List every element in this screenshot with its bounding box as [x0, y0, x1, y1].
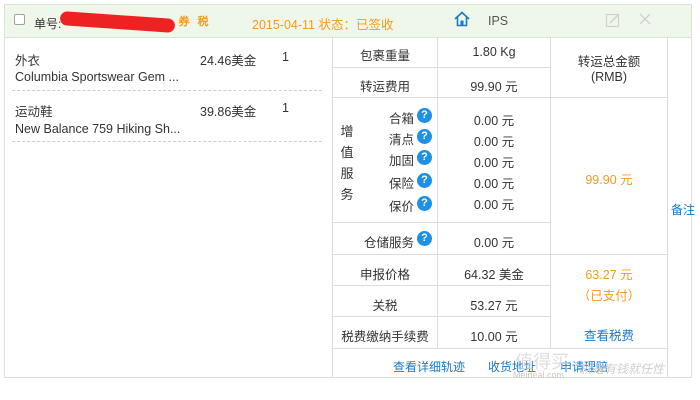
table-row-line — [332, 348, 667, 349]
item-divider — [12, 90, 322, 91]
table-row-line — [332, 67, 550, 68]
help-icon[interactable]: ? — [417, 196, 432, 211]
tax-total-value: 63.27 元 — [585, 268, 633, 282]
table-row-line — [332, 222, 550, 223]
duty-label: 关税 — [372, 299, 398, 313]
service-value-merge: 0.00 元 — [473, 114, 515, 128]
service-value-valuation: 0.00 元 — [473, 198, 515, 212]
item-category: 外衣 — [15, 54, 41, 68]
help-icon[interactable]: ? — [417, 108, 432, 123]
value-added-group-label: 服 — [340, 166, 354, 181]
watermark-site: Meideal.com — [513, 370, 565, 380]
warehouse-label: IPS — [488, 14, 509, 28]
order-checkbox[interactable] — [14, 14, 25, 25]
service-label-insurance: 保险 — [388, 177, 414, 191]
item-qty: 1 — [282, 50, 289, 64]
storage-service-value: 0.00 元 — [473, 236, 515, 250]
tax-paid-status: （已支付） — [577, 289, 641, 303]
remark-link[interactable]: 备注 — [671, 201, 695, 218]
tax-handling-fee-label: 税费缴纳手续费 — [341, 330, 429, 344]
table-row-line — [332, 97, 667, 98]
service-value-count: 0.00 元 — [473, 135, 515, 149]
table-row-line — [332, 316, 550, 317]
close-icon[interactable] — [638, 12, 652, 26]
declared-price-value: 64.32 美金 — [464, 268, 524, 282]
item-name[interactable]: Columbia Sportswear Gem ... — [15, 70, 179, 84]
order-number-label: 单号: — [34, 17, 62, 31]
help-icon[interactable]: ? — [417, 129, 432, 144]
item-divider — [12, 141, 322, 142]
view-tax-link[interactable]: 查看税费 — [551, 325, 667, 344]
service-value-reinforce: 0.00 元 — [473, 156, 515, 170]
watermark-slogan: 就是有钱就任性 — [580, 362, 665, 376]
help-icon[interactable]: ? — [417, 231, 432, 246]
value-added-group-label: 增 — [340, 124, 354, 139]
tax-tag: 税 — [197, 16, 209, 28]
storage-service-label: 仓储服务 — [363, 236, 414, 250]
shipping-fee-label: 转运费用 — [359, 80, 410, 94]
declared-price-label: 申报价格 — [359, 268, 410, 282]
shipping-total-unit: (RMB) — [590, 70, 628, 84]
help-icon[interactable]: ? — [417, 150, 432, 165]
order-date-status: 2015-04-11 状态：已签收 — [252, 18, 394, 32]
package-weight-label: 包裹重量 — [359, 49, 410, 63]
package-weight-value: 1.80 Kg — [472, 45, 516, 59]
help-icon[interactable]: ? — [417, 173, 432, 188]
item-name[interactable]: New Balance 759 Hiking Sh... — [15, 122, 180, 136]
duty-value: 53.27 元 — [470, 299, 518, 313]
value-added-group-label: 值 — [340, 145, 354, 160]
service-label-reinforce: 加固 — [388, 154, 414, 168]
home-icon[interactable] — [454, 11, 470, 27]
item-qty: 1 — [282, 101, 289, 115]
shipping-total-label: 转运总金额 — [577, 55, 641, 69]
item-price: 39.86美金 — [200, 105, 257, 119]
shipping-fee-value: 99.90 元 — [470, 80, 518, 94]
table-border — [667, 37, 668, 377]
value-added-group-label: 务 — [340, 187, 354, 202]
view-tracking-link[interactable]: 查看详细轨迹 — [393, 358, 465, 375]
service-label-count: 清点 — [388, 133, 414, 147]
table-row-line — [332, 285, 550, 286]
service-value-insurance: 0.00 元 — [473, 177, 515, 191]
item-price: 24.46美金 — [200, 54, 257, 68]
tax-handling-fee-value: 10.00 元 — [470, 330, 518, 344]
shipping-total-value: 99.90 元 — [585, 173, 633, 187]
service-label-valuation: 保价 — [388, 200, 414, 214]
edit-icon[interactable] — [605, 12, 621, 28]
coupon-tag: 券 — [178, 16, 190, 28]
service-label-merge: 合箱 — [388, 112, 414, 126]
table-row-line — [332, 254, 667, 255]
item-category: 运动鞋 — [15, 105, 53, 119]
